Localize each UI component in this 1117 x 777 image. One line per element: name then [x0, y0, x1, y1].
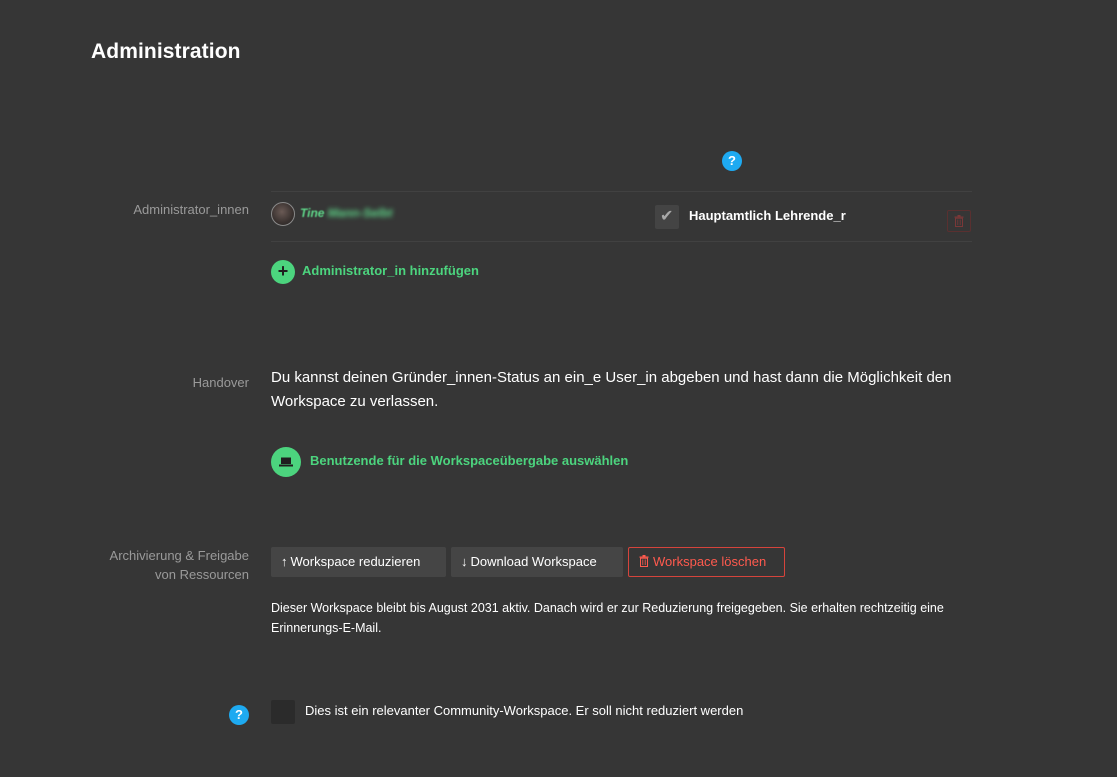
archive-label: Archivierung & Freigabe von Ressourcen	[29, 546, 249, 584]
trash-icon	[954, 215, 964, 228]
laptop-icon[interactable]	[271, 447, 301, 477]
checkmark-icon: ✔	[660, 208, 674, 225]
archive-info-text: Dieser Workspace bleibt bis August 2031 …	[271, 601, 944, 635]
plus-icon[interactable]: +	[271, 260, 295, 284]
page-title: Administration	[91, 40, 241, 63]
delete-workspace-label: Workspace löschen	[653, 554, 767, 569]
reduce-workspace-button[interactable]: ↑ Workspace reduzieren	[271, 547, 446, 577]
handover-description: Du kannst deinen Gründer_innen-Status an…	[271, 369, 952, 410]
archive-label-line2: von Ressourcen	[155, 567, 249, 582]
admin-name[interactable]: Tine Mann-Selbt	[300, 206, 392, 220]
community-workspace-label: Dies ist ein relevanter Community-Worksp…	[305, 703, 744, 718]
administration-page: Administration ? Administrator_innen Tin…	[0, 0, 1117, 777]
role-label: Hauptamtlich Lehrende_r	[689, 208, 846, 223]
trash-icon	[639, 555, 649, 568]
add-administrator-link[interactable]: Administrator_in hinzufügen	[302, 263, 479, 278]
admin-last-name: Mann-Selbt	[327, 206, 393, 220]
reduce-workspace-label: Workspace reduzieren	[290, 554, 421, 569]
community-workspace-checkbox[interactable]	[271, 700, 295, 724]
remove-admin-button[interactable]	[947, 210, 971, 232]
admin-first-name: Tine	[300, 206, 325, 220]
delete-workspace-button[interactable]: Workspace löschen	[628, 547, 785, 577]
arrow-up-icon: ↑	[281, 554, 288, 569]
divider-top	[271, 191, 972, 192]
role-checkbox[interactable]: ✔	[655, 205, 679, 229]
download-workspace-button[interactable]: ↓ Download Workspace	[451, 547, 623, 577]
divider-bottom	[271, 241, 972, 242]
select-handover-user-link[interactable]: Benutzende für die Workspaceübergabe aus…	[310, 453, 628, 468]
arrow-down-icon: ↓	[461, 554, 468, 569]
avatar[interactable]	[271, 202, 295, 226]
administrators-label: Administrator_innen	[133, 202, 249, 217]
download-workspace-label: Download Workspace	[470, 554, 597, 569]
question-mark-icon[interactable]: ?	[722, 151, 742, 171]
handover-label: Handover	[192, 375, 249, 390]
question-mark-icon[interactable]: ?	[229, 705, 249, 725]
archive-label-line1: Archivierung & Freigabe	[109, 548, 249, 563]
